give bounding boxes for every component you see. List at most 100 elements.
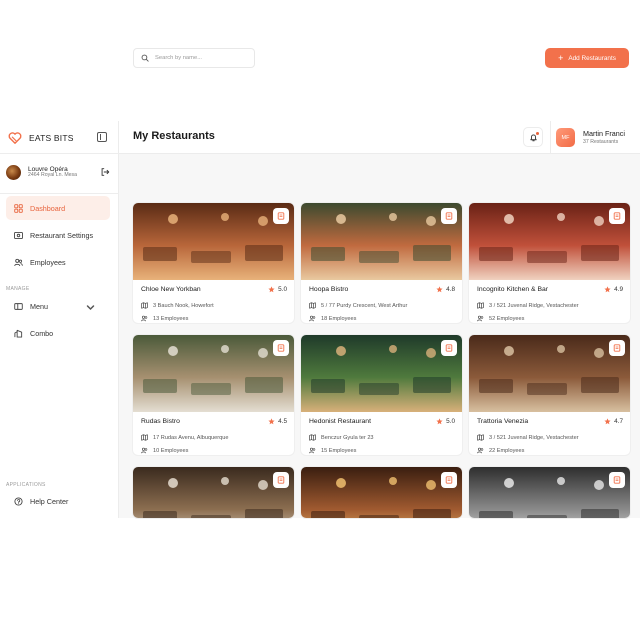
brand-name: EATS BITS bbox=[29, 133, 74, 143]
restaurant-address: 5 / 77 Purdy Crescent, West Arthur bbox=[321, 302, 408, 309]
rating: 4.7 bbox=[604, 418, 623, 425]
restaurant-name[interactable]: Hoopa Bistro bbox=[309, 286, 348, 293]
restaurant-card[interactable]: Hedonist Restaurant 5.0 Benczur Gyula ter … bbox=[301, 335, 462, 455]
search-input[interactable] bbox=[155, 55, 250, 61]
rating: 4.8 bbox=[436, 286, 455, 293]
favorite-button[interactable] bbox=[273, 472, 289, 488]
employees-line: 10 Employees bbox=[141, 447, 188, 454]
notification-dot bbox=[536, 132, 539, 135]
map-icon bbox=[309, 302, 316, 309]
restaurant-card[interactable]: Rudas Bistro 4.5 17 Rudas Avenu, Albuquerq… bbox=[133, 335, 294, 455]
chevron-down-icon[interactable] bbox=[86, 303, 95, 312]
user-name[interactable]: Martin Franci bbox=[583, 129, 625, 138]
star-icon bbox=[604, 286, 611, 293]
restaurant-card[interactable]: Hoopa Bistro 4.8 5 / 77 Purdy Crescent, We… bbox=[301, 203, 462, 323]
address-line: Benczur Gyula ter 23 bbox=[309, 434, 374, 441]
restaurant-card[interactable] bbox=[301, 467, 462, 518]
location-address: 2464 Royal Ln. Mesa bbox=[28, 171, 78, 178]
employees-line: 52 Employees bbox=[477, 315, 524, 322]
favorite-button[interactable] bbox=[609, 340, 625, 356]
favorite-button[interactable] bbox=[441, 472, 457, 488]
add-restaurants-button[interactable]: + Add Restaurants bbox=[545, 48, 629, 68]
favorite-button[interactable] bbox=[441, 340, 457, 356]
users-icon bbox=[309, 447, 316, 454]
star-icon bbox=[436, 418, 443, 425]
combo-icon bbox=[14, 329, 23, 338]
star-icon bbox=[604, 418, 611, 425]
restaurant-card[interactable]: Incognito Kitchen & Bar 4.9 3 / 521 Juvena… bbox=[469, 203, 630, 323]
grid-icon bbox=[14, 203, 23, 213]
restaurant-name[interactable]: Rudas Bistro bbox=[141, 418, 180, 425]
page-title: My Restaurants bbox=[133, 130, 215, 142]
map-icon bbox=[141, 434, 148, 441]
restaurant-card[interactable] bbox=[469, 467, 630, 518]
users-icon bbox=[141, 315, 148, 322]
location-switcher[interactable]: Louvre Opéra 2464 Royal Ln. Mesa bbox=[6, 162, 112, 182]
sidebar-item-employees[interactable]: Employees bbox=[6, 250, 110, 274]
rating: 4.5 bbox=[268, 418, 287, 425]
rating-value: 4.8 bbox=[446, 286, 455, 293]
restaurant-photo[interactable] bbox=[469, 203, 630, 280]
favorite-button[interactable] bbox=[441, 208, 457, 224]
star-icon bbox=[436, 286, 443, 293]
search-box[interactable] bbox=[133, 48, 255, 68]
restaurant-photo[interactable] bbox=[469, 335, 630, 412]
map-icon bbox=[477, 434, 484, 441]
rating: 5.0 bbox=[436, 418, 455, 425]
restaurant-photo[interactable] bbox=[133, 467, 294, 518]
brand[interactable]: EATS BITS bbox=[8, 130, 74, 146]
restaurant-card[interactable]: Trattoria Venezia 4.7 3 / 521 Juvenal Ridg… bbox=[469, 335, 630, 455]
favorite-button[interactable] bbox=[273, 340, 289, 356]
favorite-button[interactable] bbox=[609, 472, 625, 488]
address-line: 3 Bauch Nook, Howefort bbox=[141, 302, 214, 309]
rating-value: 4.5 bbox=[278, 418, 287, 425]
sidebar-item-label: Combo bbox=[30, 328, 54, 338]
help-circle-icon bbox=[14, 496, 23, 506]
logout-icon[interactable] bbox=[100, 167, 110, 177]
sidebar-item-menu[interactable]: Menu bbox=[6, 294, 110, 318]
sidebar-item-label: Employees bbox=[30, 257, 66, 267]
restaurant-photo[interactable] bbox=[469, 467, 630, 518]
user-avatar[interactable]: MF bbox=[556, 128, 575, 147]
restaurant-name[interactable]: Chloe New Yorkban bbox=[141, 286, 201, 293]
restaurant-name[interactable]: Hedonist Restaurant bbox=[309, 418, 371, 425]
restaurant-address: Benczur Gyula ter 23 bbox=[321, 434, 374, 441]
star-icon bbox=[268, 286, 275, 293]
heart-slice-logo-icon bbox=[8, 132, 22, 144]
star-icon bbox=[268, 418, 275, 425]
employees-line: 15 Employees bbox=[309, 447, 356, 454]
restaurant-name[interactable]: Trattoria Venezia bbox=[477, 418, 528, 425]
restaurant-photo[interactable] bbox=[301, 467, 462, 518]
sidebar-item-help-center[interactable]: Help Center bbox=[6, 489, 110, 513]
restaurant-photo[interactable] bbox=[133, 335, 294, 412]
bookmark-icon bbox=[445, 476, 453, 484]
sidebar-item-restaurant-settings[interactable]: Restaurant Settings bbox=[6, 223, 110, 247]
restaurant-photo[interactable] bbox=[301, 203, 462, 280]
address-line: 5 / 77 Purdy Crescent, West Arthur bbox=[309, 302, 407, 309]
bookmark-icon bbox=[613, 476, 621, 484]
employees-line: 22 Employees bbox=[477, 447, 524, 454]
favorite-button[interactable] bbox=[609, 208, 625, 224]
map-icon bbox=[309, 434, 316, 441]
bookmark-icon bbox=[277, 212, 285, 220]
sidebar-collapse-icon[interactable] bbox=[97, 132, 107, 142]
sidebar-item-combo[interactable]: Combo bbox=[6, 321, 110, 345]
restaurant-name[interactable]: Incognito Kitchen & Bar bbox=[477, 286, 548, 293]
restaurant-photo[interactable] bbox=[133, 203, 294, 280]
restaurant-card[interactable] bbox=[133, 467, 294, 518]
topbar: My Restaurants MF Martin Franci 37 Resta… bbox=[119, 121, 640, 154]
bookmark-icon bbox=[613, 344, 621, 352]
rating: 5.0 bbox=[268, 286, 287, 293]
restaurant-photo[interactable] bbox=[301, 335, 462, 412]
notification-button[interactable] bbox=[523, 127, 543, 147]
rating-value: 5.0 bbox=[446, 418, 455, 425]
restaurant-address: 3 Bauch Nook, Howefort bbox=[153, 302, 214, 309]
restaurant-card[interactable]: Chloe New Yorkban 5.0 3 Bauch Nook, Howefo… bbox=[133, 203, 294, 323]
location-text: Louvre Opéra 2464 Royal Ln. Mesa bbox=[28, 166, 77, 179]
address-line: 17 Rudas Avenu, Albuquerque bbox=[141, 434, 228, 441]
menu-book-icon bbox=[14, 302, 23, 310]
rating: 4.9 bbox=[604, 286, 623, 293]
address-line: 3 / 521 Juvenal Ridge, Vestachester bbox=[477, 434, 579, 441]
favorite-button[interactable] bbox=[273, 208, 289, 224]
sidebar-item-dashboard[interactable]: Dashboard bbox=[6, 196, 110, 220]
